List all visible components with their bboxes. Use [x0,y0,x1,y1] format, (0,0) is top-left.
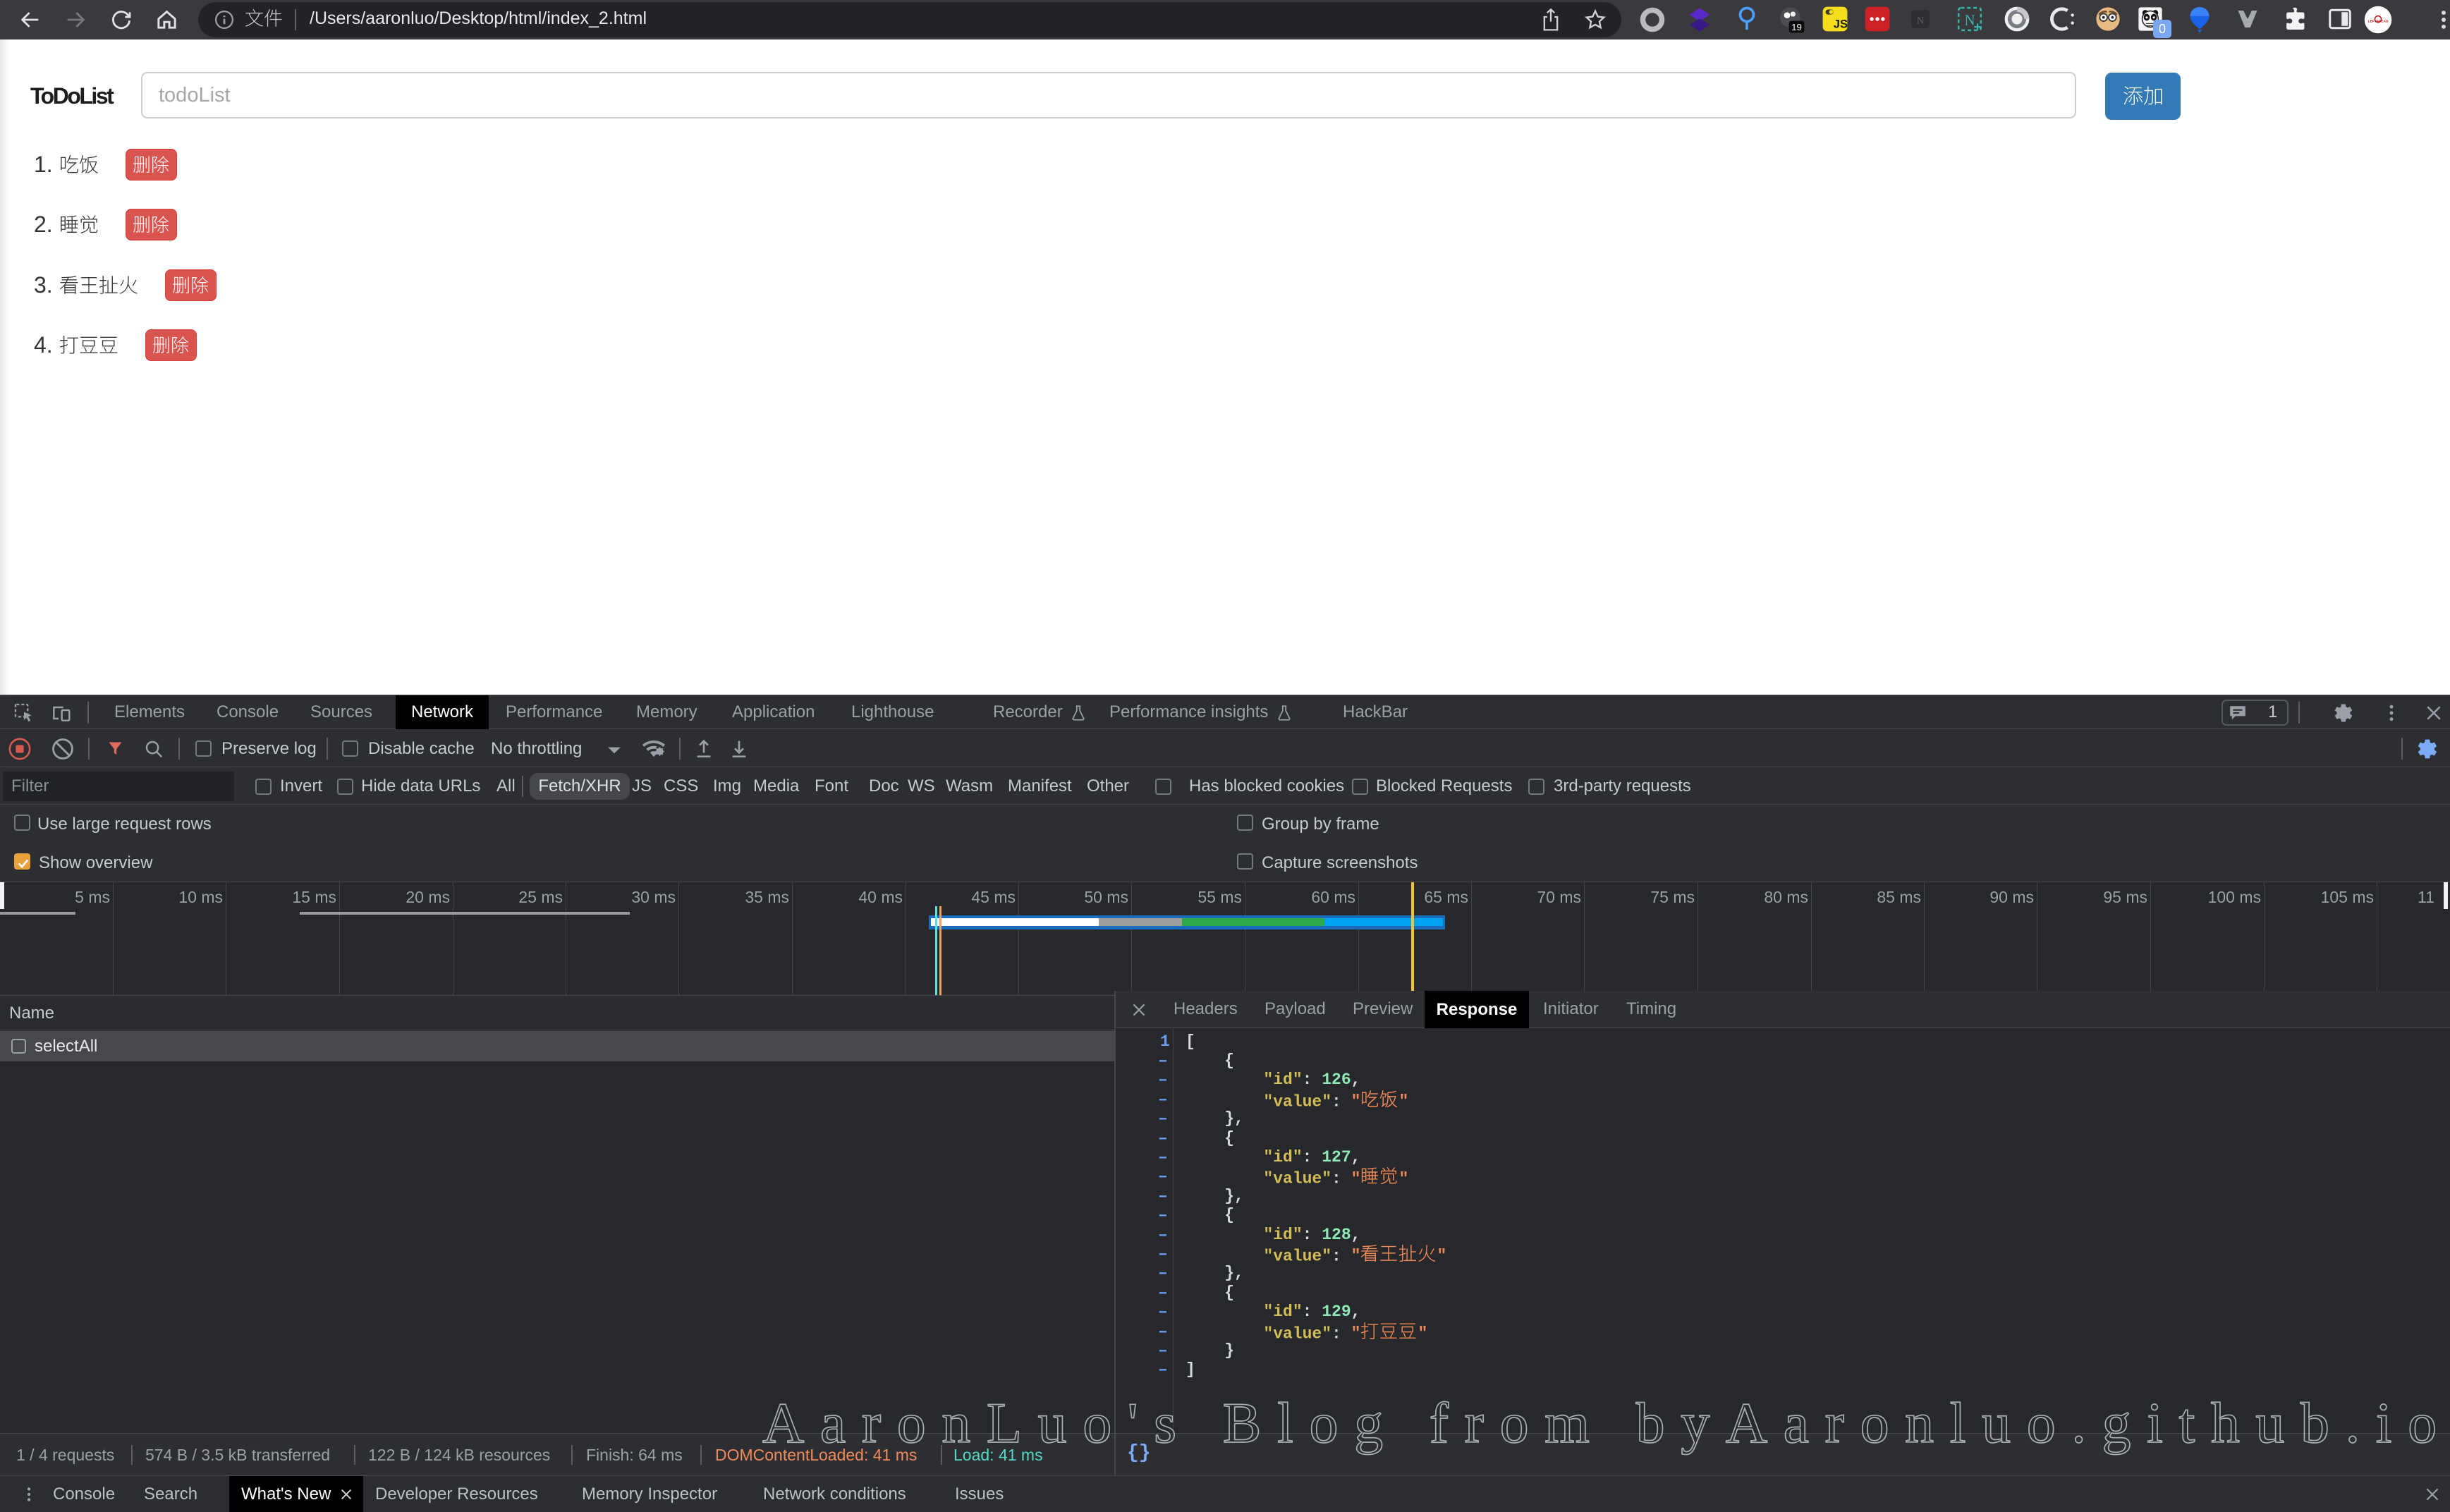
svg-text:LEFT4DEAD: LEFT4DEAD [2368,20,2389,24]
svg-text:N: N [1917,16,1924,26]
svg-text:N: N [1965,13,1975,29]
svg-text:JS: JS [1834,18,1848,31]
svg-text:19: 19 [1791,22,1802,32]
